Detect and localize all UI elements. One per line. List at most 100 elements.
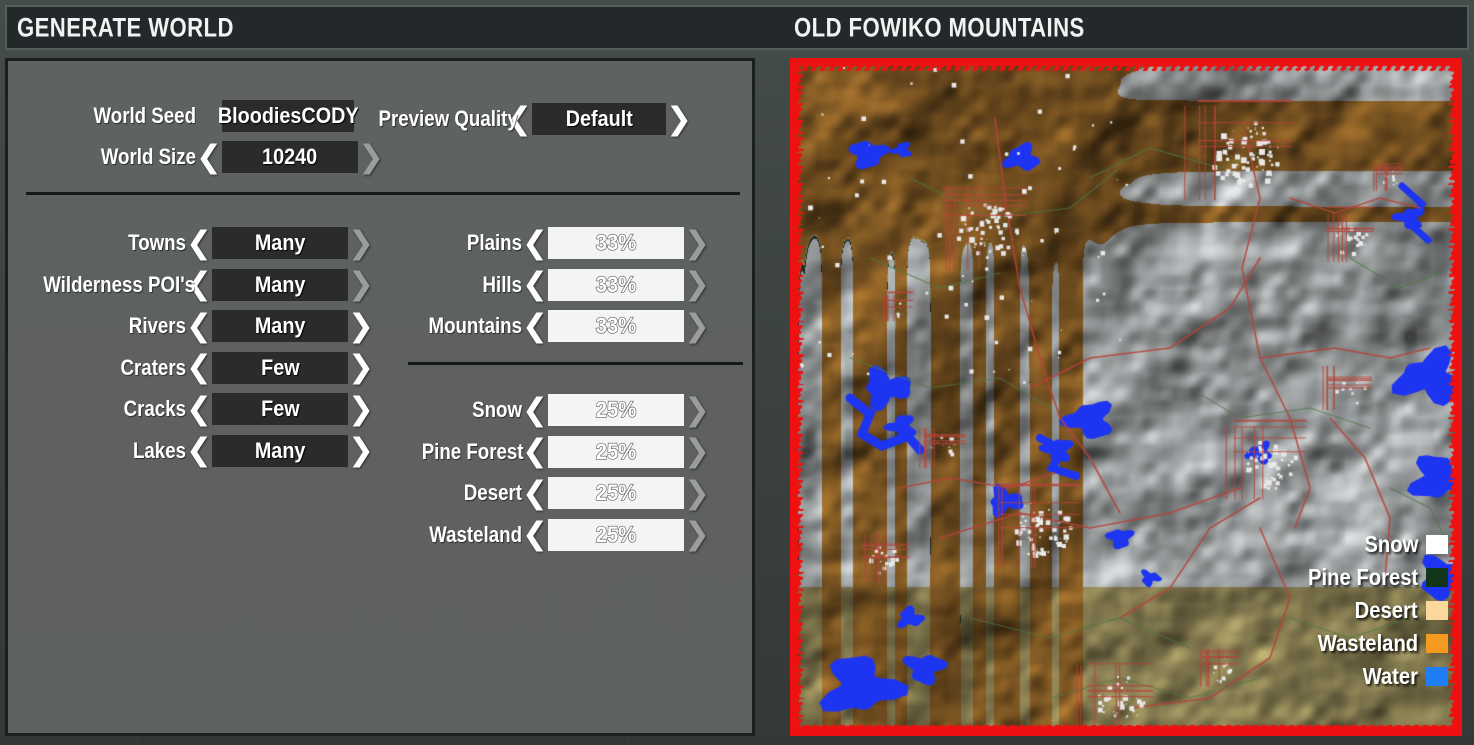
setting-label-rivers: Rivers xyxy=(128,313,186,338)
legend-row-desert: Desert xyxy=(1346,597,1448,624)
chevron-right-icon-mountains[interactable]: ❯ xyxy=(684,310,710,342)
chevron-right-icon-wilderness-poi-s[interactable]: ❯ xyxy=(348,269,374,300)
setting-value-hills[interactable]: 33% xyxy=(548,268,684,301)
setting-value-text-pine-forest: 25% xyxy=(595,438,637,464)
setting-value-world-size[interactable]: 10240 xyxy=(222,141,358,173)
chevron-left-icon-lakes[interactable]: ❮ xyxy=(186,435,212,466)
setting-value-text-wasteland: 25% xyxy=(595,521,637,547)
chevron-right-icon-world-size[interactable]: ❯ xyxy=(358,141,384,173)
setting-value-text-mountains: 33% xyxy=(595,312,637,338)
setting-label-preview-quality: Preview Quality xyxy=(378,106,518,131)
legend-swatch-wasteland xyxy=(1426,634,1448,653)
chevron-left-icon-snow[interactable]: ❮ xyxy=(522,394,548,426)
setting-value-text-lakes: Many xyxy=(254,437,306,463)
chevron-right-icon-hills[interactable]: ❯ xyxy=(684,269,710,300)
legend-swatch-water xyxy=(1426,667,1448,686)
setting-value-snow[interactable]: 25% xyxy=(548,394,684,426)
setting-row-towns: Towns ❮ Many ❯ xyxy=(18,226,374,260)
chevron-right-icon-snow[interactable]: ❯ xyxy=(684,394,710,426)
chevron-left-icon-pine-forest[interactable]: ❮ xyxy=(522,436,548,467)
setting-row-world-size: World Size ❮ 10240 ❯ xyxy=(64,140,384,174)
setting-row-lakes: Lakes ❮ Many ❯ xyxy=(18,434,374,468)
legend-swatch-pine-forest xyxy=(1426,568,1448,587)
legend-label-wasteland: Wasteland xyxy=(1317,630,1418,656)
setting-row-snow: Snow ❮ 25% ❯ xyxy=(404,393,710,427)
legend-row-pine-forest: Pine Forest xyxy=(1293,564,1448,591)
setting-value-towns[interactable]: Many xyxy=(212,227,348,259)
setting-value-craters[interactable]: Few xyxy=(212,351,348,384)
chevron-right-icon-desert[interactable]: ❯ xyxy=(684,477,710,509)
generate-world-settings-panel: World Seed❮BloodiesCODY❯Preview Quality❮… xyxy=(5,58,755,736)
setting-label-lakes: Lakes xyxy=(132,437,186,463)
chevron-right-icon-preview-quality[interactable]: ❯ xyxy=(666,103,692,135)
setting-value-text-craters: Few xyxy=(260,354,300,380)
chevron-left-icon-rivers[interactable]: ❮ xyxy=(186,310,212,342)
setting-value-rivers[interactable]: Many xyxy=(212,310,348,342)
setting-value-text-desert: 25% xyxy=(595,479,637,505)
setting-value-desert[interactable]: 25% xyxy=(548,477,684,509)
setting-value-preview-quality[interactable]: Default xyxy=(532,103,666,135)
setting-label-world-seed: World Seed xyxy=(93,103,196,128)
chevron-left-icon-craters[interactable]: ❮ xyxy=(186,352,212,383)
setting-label-cracks: Cracks xyxy=(123,396,186,421)
setting-label-plains: Plains xyxy=(466,230,522,255)
setting-label-wilderness-poi-s: Wilderness POI's xyxy=(43,271,196,297)
setting-value-text-world-seed: BloodiesCODY xyxy=(217,103,359,128)
setting-row-rivers: Rivers ❮ Many ❯ xyxy=(18,309,374,343)
setting-value-text-hills: 33% xyxy=(595,271,637,297)
setting-row-pine-forest: Pine Forest ❮ 25% ❯ xyxy=(404,435,710,469)
setting-label-snow: Snow xyxy=(472,397,522,422)
chevron-left-icon-hills[interactable]: ❮ xyxy=(522,269,548,300)
setting-row-world-seed: World Seed❮BloodiesCODY❯ xyxy=(56,99,380,133)
setting-value-text-preview-quality: Default xyxy=(565,106,633,131)
chevron-right-icon-craters[interactable]: ❯ xyxy=(348,352,374,383)
setting-value-text-wilderness-poi-s: Many xyxy=(254,271,306,297)
setting-value-plains[interactable]: 33% xyxy=(548,227,684,259)
chevron-right-icon-pine-forest[interactable]: ❯ xyxy=(684,436,710,467)
setting-value-world-seed[interactable]: BloodiesCODY xyxy=(218,100,358,132)
setting-row-desert: Desert ❮ 25% ❯ xyxy=(404,476,710,510)
chevron-left-icon-wasteland[interactable]: ❮ xyxy=(522,519,548,550)
chevron-right-icon-towns[interactable]: ❯ xyxy=(348,227,374,259)
setting-value-mountains[interactable]: 33% xyxy=(548,310,684,342)
chevron-left-icon-mountains[interactable]: ❮ xyxy=(522,310,548,342)
chevron-right-icon-cracks[interactable]: ❯ xyxy=(348,393,374,425)
chevron-left-icon-plains[interactable]: ❮ xyxy=(522,227,548,259)
page-title-world-name: OLD FOWIKO MOUNTAINS xyxy=(794,12,1085,42)
chevron-right-icon-wasteland[interactable]: ❯ xyxy=(684,519,710,550)
setting-value-text-cracks: Few xyxy=(260,396,300,421)
chevron-right-icon-lakes[interactable]: ❯ xyxy=(348,435,374,466)
chevron-left-icon-cracks[interactable]: ❮ xyxy=(186,393,212,425)
chevron-right-icon-plains[interactable]: ❯ xyxy=(684,227,710,259)
setting-label-hills: Hills xyxy=(482,271,522,297)
legend-label-water: Water xyxy=(1362,663,1418,689)
chevron-left-icon-world-size[interactable]: ❮ xyxy=(196,141,222,173)
legend-row-snow: Snow xyxy=(1357,531,1448,558)
setting-label-world-size: World Size xyxy=(100,144,196,169)
chevron-left-icon-towns[interactable]: ❮ xyxy=(186,227,212,259)
setting-value-wasteland[interactable]: 25% xyxy=(548,518,684,551)
legend-row-wasteland: Wasteland xyxy=(1304,630,1448,657)
setting-value-cracks[interactable]: Few xyxy=(212,393,348,425)
world-map-preview[interactable]: Snow Pine Forest Desert Wasteland Water xyxy=(790,58,1462,736)
setting-row-craters: Craters ❮ Few ❯ xyxy=(18,351,374,385)
divider-top xyxy=(26,192,740,195)
chevron-right-icon-rivers[interactable]: ❯ xyxy=(348,310,374,342)
setting-value-lakes[interactable]: Many xyxy=(212,434,348,467)
setting-row-plains: Plains ❮ 33% ❯ xyxy=(404,226,710,260)
legend-row-water: Water xyxy=(1355,663,1448,690)
setting-value-pine-forest[interactable]: 25% xyxy=(548,435,684,468)
setting-label-desert: Desert xyxy=(463,480,522,505)
map-biome-legend: Snow Pine Forest Desert Wasteland Water xyxy=(1293,531,1448,690)
setting-label-wasteland: Wasteland xyxy=(429,521,522,547)
legend-label-desert: Desert xyxy=(1354,597,1418,623)
divider-terrain xyxy=(408,362,743,365)
setting-value-wilderness-poi-s[interactable]: Many xyxy=(212,268,348,301)
legend-label-snow: Snow xyxy=(1364,531,1418,557)
setting-value-text-world-size: 10240 xyxy=(262,144,318,169)
setting-row-wasteland: Wasteland ❮ 25% ❯ xyxy=(404,518,710,552)
chevron-left-icon-desert[interactable]: ❮ xyxy=(522,477,548,509)
setting-row-preview-quality: Preview Quality ❮ Default ❯ xyxy=(356,102,692,136)
setting-row-mountains: Mountains ❮ 33% ❯ xyxy=(404,309,710,343)
setting-row-hills: Hills ❮ 33% ❯ xyxy=(404,268,710,302)
